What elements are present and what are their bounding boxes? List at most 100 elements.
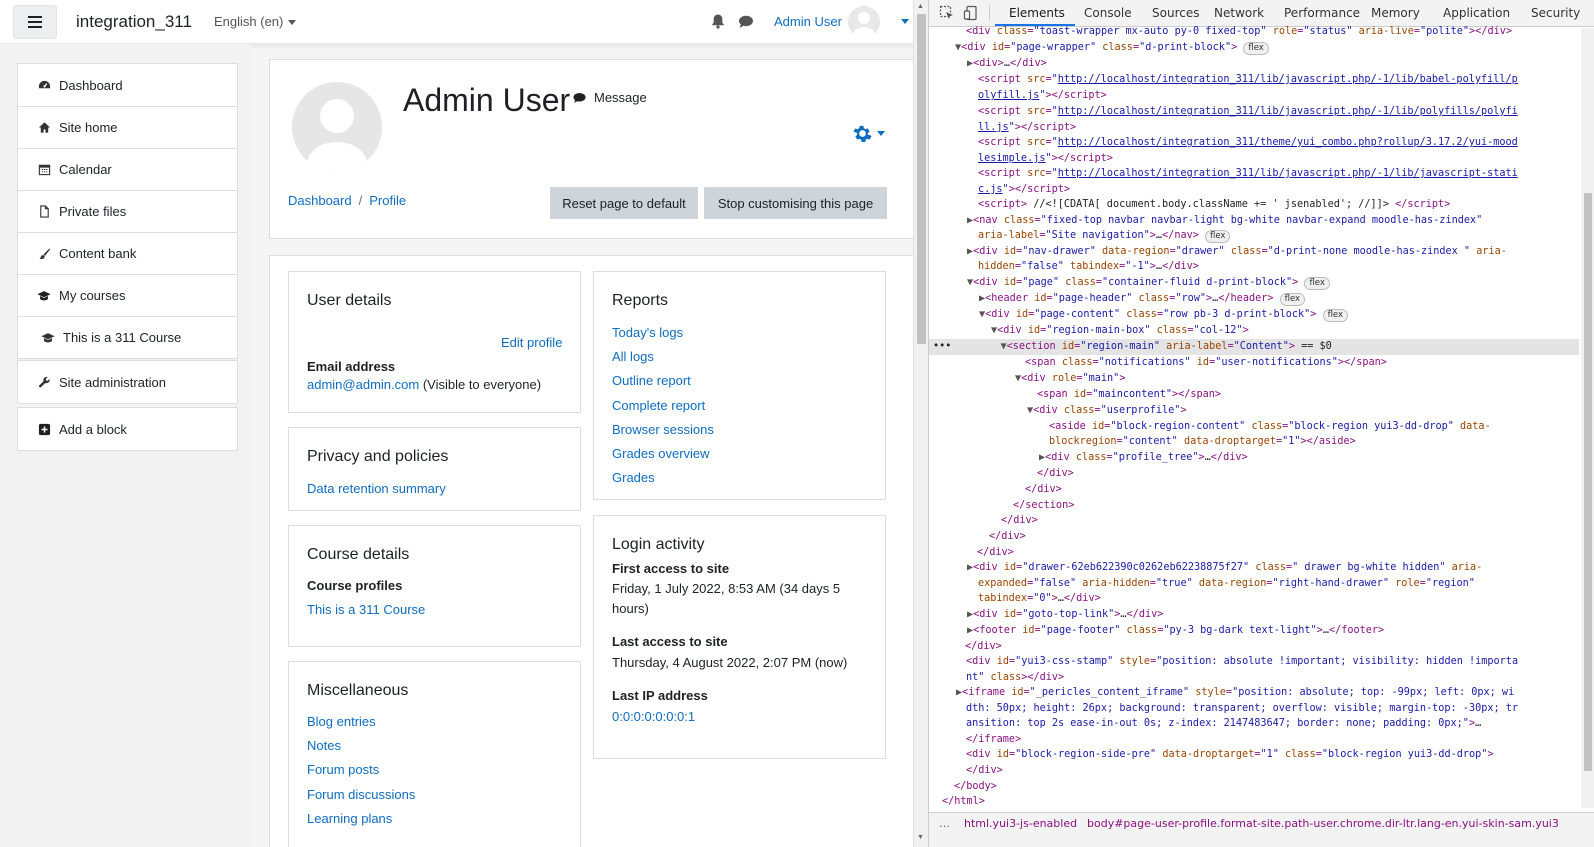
tab-elements[interactable]: Elements <box>1009 6 1065 20</box>
page-settings-menu[interactable] <box>853 124 885 143</box>
user-menu-name[interactable]: Admin User <box>774 14 842 29</box>
message-button[interactable]: Message <box>573 90 647 105</box>
tab-memory[interactable]: Memory <box>1371 6 1420 20</box>
flex-badge[interactable]: flex <box>1304 277 1330 290</box>
tab-application[interactable]: Application <box>1443 6 1510 20</box>
dom-line[interactable]: ▶<nav class="fixed-top navbar navbar-lig… <box>967 213 1482 229</box>
add-block-button[interactable]: Add a block <box>18 408 237 450</box>
learning-plans-link[interactable]: Learning plans <box>307 811 392 826</box>
scroll-down-icon[interactable]: ▼ <box>917 834 924 841</box>
breadcrumb-profile[interactable]: Profile <box>369 193 406 208</box>
nav-item-site-administration[interactable]: Site administration <box>18 361 237 403</box>
menu-toggle-button[interactable] <box>13 5 57 39</box>
scroll-up-icon[interactable]: ▲ <box>917 3 924 10</box>
nav-item-my-courses[interactable]: My courses <box>18 274 237 316</box>
dom-line[interactable]: ▶<div>…</div> <box>967 56 1047 72</box>
dom-tree[interactable]: <div class="toast-wrapper mx-auto py-0 f… <box>929 26 1579 810</box>
dom-line[interactable]: ▶<header id="page-header" class="row">…<… <box>979 291 1306 307</box>
dom-line[interactable]: <script src="http://localhost/integratio… <box>978 104 1518 120</box>
dom-line[interactable]: aria-label="Site navigation">…</nav> fle… <box>978 228 1231 244</box>
tab-console[interactable]: Console <box>1084 6 1132 20</box>
user-menu-chevron-icon[interactable] <box>901 19 909 24</box>
dom-line[interactable]: </div> <box>966 763 1003 779</box>
grades-link[interactable]: Grades <box>612 470 655 485</box>
dom-line[interactable]: ▼<div role="main"> <box>1015 371 1125 387</box>
dom-line[interactable]: nt" class></div> <box>966 670 1064 686</box>
dom-line[interactable]: <script src="http://localhost/integratio… <box>978 72 1518 88</box>
complete-report-link[interactable]: Complete report <box>612 398 705 413</box>
device-toolbar-icon[interactable] <box>963 5 979 21</box>
language-menu[interactable]: English (en) <box>214 14 297 29</box>
dom-line[interactable]: </div> <box>1037 466 1074 482</box>
dom-line[interactable]: <div id="yui3-css-stamp" style="position… <box>966 654 1518 670</box>
dom-crumb-html[interactable]: html.yui3-js-enabled <box>964 817 1077 830</box>
dom-line[interactable]: ▶<div id="nav-drawer" data-region="drawe… <box>967 244 1507 260</box>
breadcrumb-dashboard[interactable]: Dashboard <box>288 193 352 208</box>
page-scrollbar[interactable]: ▲ ▼ <box>913 0 928 847</box>
flex-badge[interactable]: flex <box>1205 230 1231 243</box>
tab-security[interactable]: Security <box>1531 6 1580 20</box>
all-logs-link[interactable]: All logs <box>612 349 654 364</box>
outline-report-link[interactable]: Outline report <box>612 373 691 388</box>
dom-line[interactable]: hidden="false" tabindex="-1">…</div> <box>978 259 1199 275</box>
forum-posts-link[interactable]: Forum posts <box>307 762 379 777</box>
devtools-scrollbar[interactable] <box>1581 28 1594 808</box>
dom-line[interactable]: <script> //<![CDATA[ document.body.class… <box>978 197 1450 213</box>
dom-line[interactable]: ▼<div id="page-content" class="row pb-3 … <box>979 307 1349 323</box>
dom-line[interactable]: blockregion="content" data-droptarget="1… <box>1049 434 1356 450</box>
dom-line[interactable]: ansition: top 2s ease-in-out 0s; z-index… <box>966 716 1481 732</box>
dom-line[interactable]: <div class="toast-wrapper mx-auto py-0 f… <box>966 24 1512 40</box>
dom-line[interactable]: </div> <box>965 639 1002 655</box>
data-retention-link[interactable]: Data retention summary <box>307 481 446 496</box>
dom-line[interactable]: olyfill.js"></script> <box>978 88 1107 104</box>
email-link[interactable]: admin@admin.com <box>307 377 419 392</box>
edit-profile-link[interactable]: Edit profile <box>501 335 562 350</box>
dom-line[interactable]: <div id="block-region-side-pre" data-dro… <box>966 747 1494 763</box>
tab-network[interactable]: Network <box>1214 6 1264 20</box>
todays-logs-link[interactable]: Today's logs <box>612 325 683 340</box>
dom-line[interactable]: ▼<div id="page-wrapper" class="d-print-b… <box>955 40 1269 56</box>
tab-sources[interactable]: Sources <box>1152 6 1199 20</box>
nav-item-calendar[interactable]: Calendar <box>18 148 237 190</box>
user-avatar[interactable] <box>848 6 880 38</box>
flex-badge[interactable]: flex <box>1322 309 1349 322</box>
dom-line[interactable]: </section> <box>1013 498 1074 514</box>
flex-badge[interactable]: flex <box>1279 293 1306 306</box>
dom-line[interactable]: ll.js"></script> <box>978 120 1076 136</box>
tab-performance[interactable]: Performance <box>1284 6 1360 20</box>
scrollbar-thumb[interactable] <box>1584 193 1592 771</box>
last-ip-link[interactable]: 0:0:0:0:0:0:0:1 <box>612 709 695 724</box>
dom-line[interactable]: <span id="maincontent"></span> <box>1037 387 1221 403</box>
dom-line[interactable]: </html> <box>942 794 985 810</box>
reset-page-button[interactable]: Reset page to default <box>550 187 698 219</box>
dom-line[interactable]: dth: 50px; height: 26px; background: tra… <box>966 701 1518 717</box>
notes-link[interactable]: Notes <box>307 738 341 753</box>
dom-line[interactable]: </div> <box>1025 482 1062 498</box>
flex-badge[interactable]: flex <box>1243 42 1269 55</box>
browser-sessions-link[interactable]: Browser sessions <box>612 422 714 437</box>
nav-item-course-311[interactable]: This is a 311 Course <box>18 316 237 358</box>
dom-line[interactable]: lesimple.js"></script> <box>978 151 1113 167</box>
notification-bell-icon[interactable] <box>710 13 726 29</box>
nav-item-site-home[interactable]: Site home <box>18 106 237 148</box>
dom-line[interactable]: ▼<div id="page" class="container-fluid d… <box>967 275 1330 291</box>
dom-crumb-body[interactable]: body#page-user-profile.format-site.path-… <box>1087 817 1559 830</box>
site-name[interactable]: integration_311 <box>76 12 192 32</box>
dom-line[interactable]: ▶<iframe id="_pericles_content_iframe" s… <box>956 685 1514 701</box>
dom-line[interactable]: c.js"></script> <box>978 182 1070 198</box>
messages-icon[interactable] <box>738 14 754 30</box>
forum-discussions-link[interactable]: Forum discussions <box>307 787 415 802</box>
dom-line[interactable]: <script src="http://localhost/integratio… <box>978 135 1518 151</box>
course-link[interactable]: This is a 311 Course <box>307 602 425 617</box>
dom-line[interactable]: ▶<div id="goto-top-link">…</div> <box>967 607 1163 623</box>
dom-line[interactable]: <span class="notifications" id="user-not… <box>1025 355 1387 371</box>
dom-line[interactable]: </div> <box>1001 513 1038 529</box>
dom-line[interactable]: </iframe> <box>966 732 1021 748</box>
breadcrumb-overflow[interactable]: … <box>939 817 950 830</box>
dom-line-selected[interactable]: ••• ▼<section id="region-main" aria-labe… <box>933 339 1332 355</box>
inspect-element-icon[interactable] <box>939 5 955 21</box>
nav-item-private-files[interactable]: Private files <box>18 190 237 232</box>
scrollbar-thumb[interactable] <box>917 14 926 344</box>
dom-line[interactable]: expanded="false" aria-hidden="true" data… <box>978 576 1475 592</box>
dom-line[interactable]: </div> <box>977 545 1014 561</box>
